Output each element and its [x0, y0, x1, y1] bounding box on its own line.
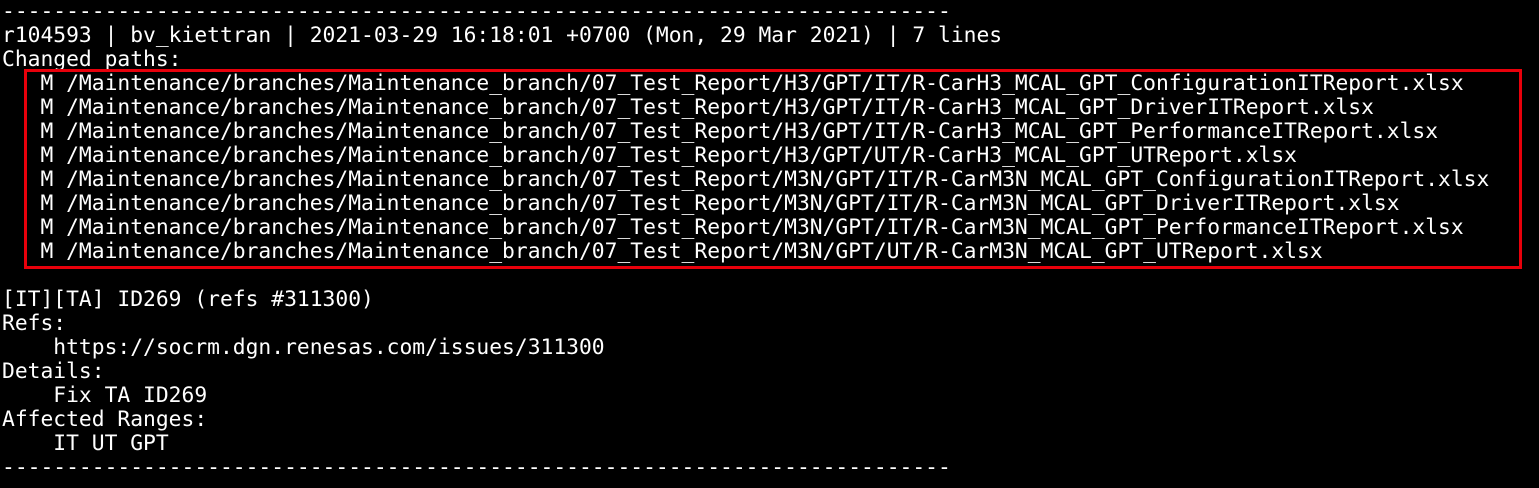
separator-bottom: ----------------------------------------… — [2, 455, 951, 480]
refs-label: Refs: — [2, 311, 67, 336]
separator-top: ----------------------------------------… — [2, 0, 951, 24]
affected-ranges-label: Affected Ranges: — [2, 407, 208, 432]
details-text: Fix TA ID269 — [2, 383, 208, 408]
details-label: Details: — [2, 359, 105, 384]
revision-line: r104593 | bv_kiettran | 2021-03-29 16:18… — [2, 23, 1003, 48]
affected-ranges-text: IT UT GPT — [2, 431, 169, 456]
changed-paths-highlight-box — [24, 69, 1522, 269]
refs-url: https://socrm.dgn.renesas.com/issues/311… — [2, 335, 605, 360]
commit-title: [IT][TA] ID269 (refs #311300) — [2, 287, 374, 312]
